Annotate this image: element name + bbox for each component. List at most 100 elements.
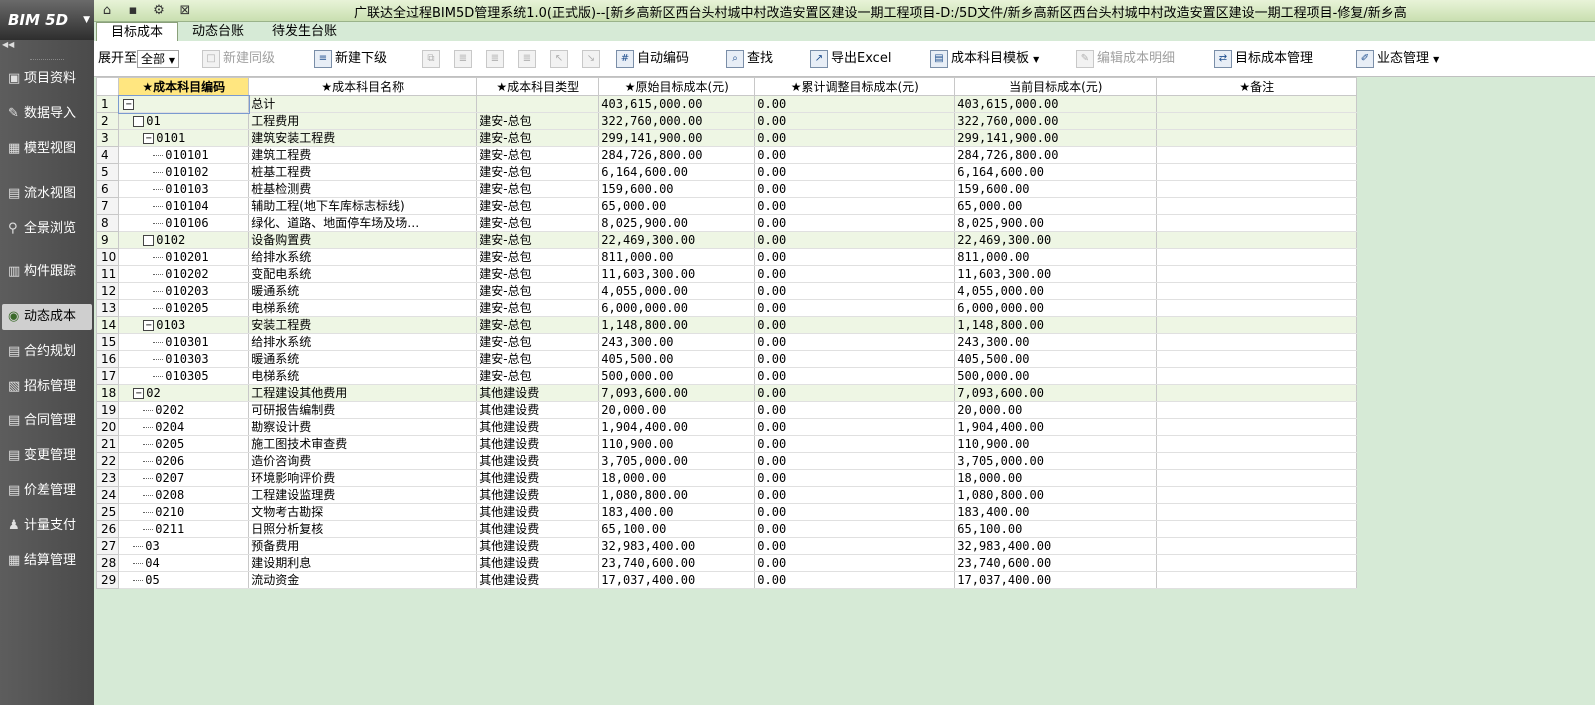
cell-current-target[interactable]: 65,000.00 xyxy=(954,197,1158,215)
cell-subject-type[interactable]: 建安-总包 xyxy=(476,146,600,164)
cell-remark[interactable] xyxy=(1156,265,1358,283)
cell-subject-code[interactable]: −0103 xyxy=(118,316,250,334)
find-button[interactable]: ⌕ 查找 xyxy=(726,48,773,70)
header-subject-name[interactable]: ★成本科目名称 xyxy=(248,77,478,96)
cell-adjusted-target[interactable]: 0.00 xyxy=(754,520,956,538)
subject-template-button[interactable]: ▤ 成本科目模板 ▼ xyxy=(930,48,1039,70)
cell-adjusted-target[interactable]: 0.00 xyxy=(754,418,956,436)
cell-subject-type[interactable]: 其他建设费 xyxy=(476,503,600,521)
cell-current-target[interactable]: 1,148,800.00 xyxy=(954,316,1158,334)
cell-adjusted-target[interactable]: 0.00 xyxy=(754,265,956,283)
cell-remark[interactable] xyxy=(1156,418,1358,436)
cell-subject-type[interactable]: 建安-总包 xyxy=(476,248,600,266)
cell-current-target[interactable]: 322,760,000.00 xyxy=(954,112,1158,130)
cell-remark[interactable] xyxy=(1156,231,1358,249)
cell-original-target[interactable]: 20,000.00 xyxy=(598,401,756,419)
cell-adjusted-target[interactable]: 0.00 xyxy=(754,401,956,419)
header-current-target[interactable]: 当前目标成本(元) xyxy=(954,77,1158,96)
cell-original-target[interactable]: 284,726,800.00 xyxy=(598,146,756,164)
sidebar-item-import[interactable]: ✎ 数据导入 xyxy=(2,101,92,127)
cell-subject-name[interactable]: 可研报告编制费 xyxy=(248,401,478,419)
table-row[interactable]: 7 010104 辅助工程(地下车库标志标线) 建安-总包 65,000.00 0.00 6… xyxy=(95,197,1358,215)
sidebar-item-payment[interactable]: ♟ 计量支付 xyxy=(2,513,92,539)
cell-original-target[interactable]: 299,141,900.00 xyxy=(598,129,756,147)
table-row[interactable]: 1− 总计 403,615,000.00 0.00 403,615,000.00 xyxy=(95,94,1358,114)
cell-original-target[interactable]: 4,055,000.00 xyxy=(598,282,756,300)
cell-adjusted-target[interactable]: 0.00 xyxy=(754,469,956,487)
cell-original-target[interactable]: 65,000.00 xyxy=(598,197,756,215)
cell-subject-name[interactable]: 工程建设其他费用 xyxy=(248,384,478,402)
cell-current-target[interactable]: 18,000.00 xyxy=(954,469,1158,487)
cell-adjusted-target[interactable]: 0.00 xyxy=(754,197,956,215)
cell-current-target[interactable]: 811,000.00 xyxy=(954,248,1158,266)
cell-subject-code[interactable]: 010201 xyxy=(118,248,250,266)
cell-adjusted-target[interactable]: 0.00 xyxy=(754,214,956,232)
cell-current-target[interactable]: 20,000.00 xyxy=(954,401,1158,419)
table-row[interactable]: 3−0101 建筑安装工程费 建安-总包 299,141,900.00 0.00 299,… xyxy=(95,129,1358,147)
cell-original-target[interactable]: 18,000.00 xyxy=(598,469,756,487)
tab-dynamic-ledger[interactable]: 动态台账 xyxy=(178,22,258,41)
table-row[interactable]: 16 010303 暖通系统 建安-总包 405,500.00 0.00 405,500.0… xyxy=(95,350,1358,368)
cell-subject-name[interactable]: 造价咨询费 xyxy=(248,452,478,470)
cell-subject-code[interactable]: −02 xyxy=(118,384,250,402)
cell-subject-type[interactable] xyxy=(476,95,600,113)
cell-subject-type[interactable]: 建安-总包 xyxy=(476,129,600,147)
cell-remark[interactable] xyxy=(1156,214,1358,232)
cell-adjusted-target[interactable]: 0.00 xyxy=(754,112,956,130)
cell-subject-code[interactable]: 010101 xyxy=(118,146,250,164)
cell-subject-type[interactable]: 其他建设费 xyxy=(476,537,600,555)
table-row[interactable]: 14−0103 安装工程费 建安-总包 1,148,800.00 0.00 1,148,8… xyxy=(95,316,1358,334)
cell-subject-type[interactable]: 其他建设费 xyxy=(476,554,600,572)
cell-original-target[interactable]: 1,148,800.00 xyxy=(598,316,756,334)
cell-adjusted-target[interactable]: 0.00 xyxy=(754,435,956,453)
cell-adjusted-target[interactable]: 0.00 xyxy=(754,299,956,317)
cell-original-target[interactable]: 11,603,300.00 xyxy=(598,265,756,283)
sidebar-item-contract-plan[interactable]: ▤ 合约规划 xyxy=(2,339,92,365)
expand-node-icon[interactable] xyxy=(133,116,145,127)
header-remark[interactable]: ★备注 xyxy=(1156,77,1358,96)
cell-current-target[interactable]: 6,000,000.00 xyxy=(954,299,1158,317)
header-adjusted-target[interactable]: ★累计调整目标成本(元) xyxy=(754,77,956,96)
sidebar-item-flow[interactable]: ▤ 流水视图 xyxy=(2,181,92,207)
cell-subject-name[interactable]: 桩基工程费 xyxy=(248,163,478,181)
sidebar-item-settlement[interactable]: ▦ 结算管理 xyxy=(2,548,92,574)
cell-current-target[interactable]: 183,400.00 xyxy=(954,503,1158,521)
cell-adjusted-target[interactable]: 0.00 xyxy=(754,248,956,266)
cell-current-target[interactable]: 299,141,900.00 xyxy=(954,129,1158,147)
sidebar-item-price-diff[interactable]: ▤ 价差管理 xyxy=(2,478,92,504)
cell-subject-type[interactable]: 建安-总包 xyxy=(476,265,600,283)
cell-subject-type[interactable]: 建安-总包 xyxy=(476,299,600,317)
close-project-icon[interactable]: ⊠ xyxy=(174,1,196,21)
cell-subject-code[interactable]: 03 xyxy=(118,537,250,555)
sidebar-item-panorama[interactable]: ⚲ 全景浏览 xyxy=(2,216,92,242)
cell-original-target[interactable]: 6,000,000.00 xyxy=(598,299,756,317)
cell-current-target[interactable]: 110,900.00 xyxy=(954,435,1158,453)
cell-subject-code[interactable]: 0207 xyxy=(118,469,250,487)
cell-subject-type[interactable]: 其他建设费 xyxy=(476,435,600,453)
cell-current-target[interactable]: 243,300.00 xyxy=(954,333,1158,351)
cell-subject-type[interactable]: 建安-总包 xyxy=(476,350,600,368)
cell-remark[interactable] xyxy=(1156,486,1358,504)
cell-remark[interactable] xyxy=(1156,537,1358,555)
table-row[interactable]: 19 0202 可研报告编制费 其他建设费 20,000.00 0.00 20,000.00 xyxy=(95,401,1358,419)
business-manage-button[interactable]: ✐ 业态管理 ▼ xyxy=(1356,48,1439,70)
table-row[interactable]: 6 010103 桩基检测费 建安-总包 159,600.00 0.00 159,600.0… xyxy=(95,180,1358,198)
new-child-level-button[interactable]: ≡ 新建下级 xyxy=(314,48,387,70)
cell-subject-type[interactable]: 建安-总包 xyxy=(476,163,600,181)
cell-subject-name[interactable]: 工程建设监理费 xyxy=(248,486,478,504)
cell-subject-name[interactable]: 桩基检测费 xyxy=(248,180,478,198)
cell-adjusted-target[interactable]: 0.00 xyxy=(754,231,956,249)
tab-target-cost[interactable]: 目标成本 xyxy=(96,22,179,41)
cell-original-target[interactable]: 405,500.00 xyxy=(598,350,756,368)
cell-subject-code[interactable]: 010303 xyxy=(118,350,250,368)
cell-subject-type[interactable]: 建安-总包 xyxy=(476,282,600,300)
cell-current-target[interactable]: 159,600.00 xyxy=(954,180,1158,198)
cell-adjusted-target[interactable]: 0.00 xyxy=(754,146,956,164)
cell-subject-code[interactable]: 0210 xyxy=(118,503,250,521)
cell-original-target[interactable]: 159,600.00 xyxy=(598,180,756,198)
cell-original-target[interactable]: 8,025,900.00 xyxy=(598,214,756,232)
cell-subject-code[interactable]: −0101 xyxy=(118,129,250,147)
cell-subject-type[interactable]: 建安-总包 xyxy=(476,333,600,351)
cell-original-target[interactable]: 65,100.00 xyxy=(598,520,756,538)
sidebar-item-model[interactable]: ▦ 模型视图 xyxy=(2,136,92,162)
